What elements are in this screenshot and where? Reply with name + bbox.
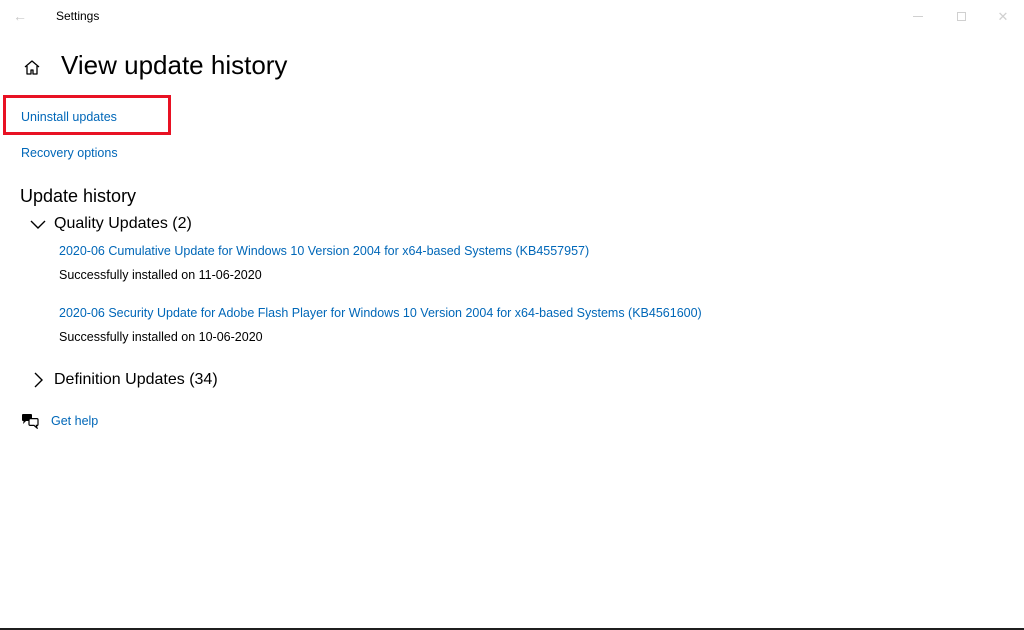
maximize-button[interactable] <box>941 0 981 32</box>
definition-updates-label: Definition Updates (34) <box>54 371 218 388</box>
get-help-row[interactable]: Get help <box>21 413 98 430</box>
recovery-options-link[interactable]: Recovery options <box>21 146 118 160</box>
quality-updates-group[interactable]: Quality Updates (2) <box>26 212 192 236</box>
home-icon[interactable] <box>22 58 42 78</box>
update-status: Successfully installed on 10-06-2020 <box>59 330 263 344</box>
minimize-icon <box>913 15 923 17</box>
title-bar: ← Settings ✕ <box>0 0 1024 32</box>
update-history-heading: Update history <box>20 186 137 206</box>
back-arrow-icon: ← <box>13 8 27 24</box>
maximize-icon <box>956 11 966 21</box>
list-item: 2020-06 Security Update for Adobe Flash … <box>59 306 702 344</box>
close-button[interactable]: ✕ <box>983 0 1023 32</box>
chevron-down-icon <box>26 214 50 234</box>
close-icon: ✕ <box>997 8 1009 24</box>
chat-bubbles-icon <box>21 413 39 430</box>
definition-updates-group[interactable]: Definition Updates (34) <box>26 368 218 392</box>
get-help-link[interactable]: Get help <box>51 414 98 428</box>
quality-updates-label: Quality Updates (2) <box>54 215 192 232</box>
update-title-link[interactable]: 2020-06 Security Update for Adobe Flash … <box>59 306 702 320</box>
page-title: View update history <box>61 50 288 80</box>
update-title-link[interactable]: 2020-06 Cumulative Update for Windows 10… <box>59 244 589 258</box>
update-status: Successfully installed on 11-06-2020 <box>59 268 262 282</box>
minimize-button[interactable] <box>898 0 938 32</box>
highlight-box <box>3 95 171 135</box>
chevron-right-icon <box>26 370 50 390</box>
back-button[interactable]: ← <box>8 4 32 28</box>
app-title: Settings <box>56 9 100 23</box>
list-item: 2020-06 Cumulative Update for Windows 10… <box>59 244 589 282</box>
